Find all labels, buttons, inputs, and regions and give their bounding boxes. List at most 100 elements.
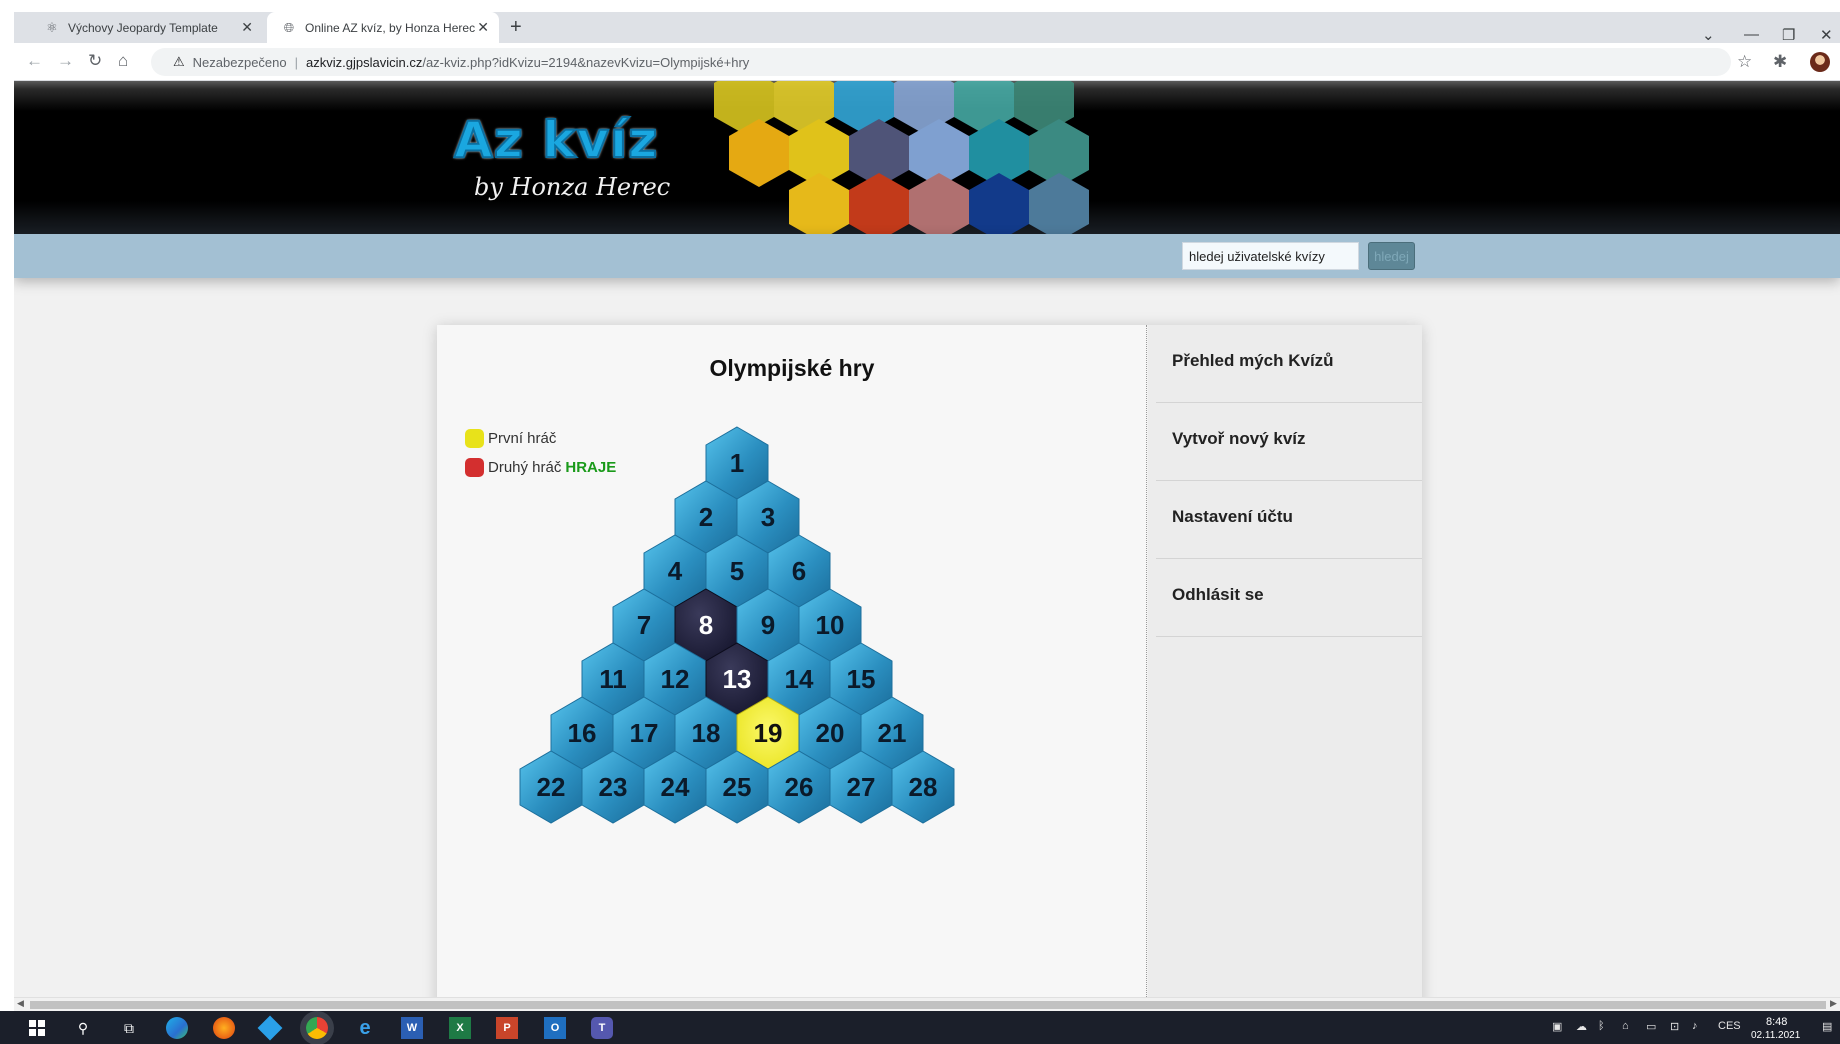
internet-explorer-icon[interactable]: e xyxy=(354,1017,376,1039)
globe-icon: 🌐︎ xyxy=(283,19,295,35)
usb-icon[interactable]: ⌂ xyxy=(1622,1020,1629,1032)
screen: ⚛ Výchovy Jeopardy Template ✕ 🌐︎ Online … xyxy=(0,0,1840,1044)
hex-tile-number: 3 xyxy=(761,502,775,532)
divider: | xyxy=(294,54,299,70)
browser-tab-active[interactable]: 🌐︎ Online AZ kvíz, by Honza Herec ✕ xyxy=(267,12,499,43)
hex-tile-number: 14 xyxy=(785,664,814,694)
tab-title: Výchovy Jeopardy Template xyxy=(68,20,218,35)
close-icon[interactable]: ✕ xyxy=(477,19,489,36)
hex-tile-number: 28 xyxy=(909,772,938,802)
hex-tile-number: 1 xyxy=(730,448,744,478)
url-path: /az-kviz.php?idKvizu=2194&nazevKvizu=Oly… xyxy=(422,54,750,70)
hex-tile-number: 7 xyxy=(637,610,651,640)
app-icon[interactable] xyxy=(257,1015,283,1041)
main-content: Olympijské hry První hráč Druhý hráč HRA… xyxy=(437,325,1422,997)
web-page: Az kvíz by Honza Herec hledej uživatelsk… xyxy=(14,81,1840,997)
hex-tile-number: 15 xyxy=(847,664,876,694)
tab-title: Online AZ kvíz, by Honza Herec xyxy=(305,20,476,35)
hex-tile-number: 10 xyxy=(816,610,845,640)
language-indicator[interactable]: CES xyxy=(1718,1020,1741,1032)
scrollbar-thumb[interactable] xyxy=(30,1001,1826,1009)
hex-tile-number: 4 xyxy=(668,556,683,586)
search-input[interactable] xyxy=(1182,242,1359,270)
new-tab-icon[interactable]: + xyxy=(510,16,522,39)
extensions-icon[interactable]: ✱ xyxy=(1773,52,1787,72)
scroll-left-icon[interactable]: ◀ xyxy=(17,998,24,1009)
hex-tile-number: 19 xyxy=(754,718,783,748)
battery-icon[interactable]: ▭ xyxy=(1646,1020,1656,1033)
hexagon-decoration xyxy=(714,81,1089,234)
hex-tile-number: 22 xyxy=(537,772,566,802)
atom-icon: ⚛ xyxy=(46,19,58,35)
powerpoint-icon[interactable]: P xyxy=(496,1017,518,1039)
search-icon[interactable]: ⚲ xyxy=(72,1017,94,1039)
windows-taskbar: ⚲ ⧉ e W X P O T ▣ ☁ ᛒ ⌂ ▭ ⊡ ♪ CES 8:48 0… xyxy=(0,1011,1840,1044)
hex-tile-number: 2 xyxy=(699,502,713,532)
clock-date[interactable]: 02.11.2021 xyxy=(1751,1030,1800,1041)
minimize-icon[interactable]: — xyxy=(1744,26,1759,43)
close-icon[interactable]: ✕ xyxy=(241,19,253,36)
sidebar-item-my-quizzes[interactable]: Přehled mých Kvízů xyxy=(1156,325,1422,403)
hex-tile-number: 27 xyxy=(847,772,876,802)
hex-tile-number: 12 xyxy=(661,664,690,694)
site-logo-subtitle: by Honza Herec xyxy=(474,173,671,201)
firefox-icon[interactable] xyxy=(213,1017,235,1039)
hex-board: 12 34 5 67 8 9 1011 12 13 14 1516 17 18 19 20 2122 23 24 2… xyxy=(519,426,955,824)
hex-tile-number: 5 xyxy=(730,556,744,586)
hex-tile-number: 17 xyxy=(630,718,659,748)
close-window-icon[interactable]: ✕ xyxy=(1820,26,1833,44)
back-icon[interactable]: ← xyxy=(26,51,43,71)
hex-tile-number: 9 xyxy=(761,610,775,640)
hex-tile-number: 26 xyxy=(785,772,814,802)
hex-tile-number: 24 xyxy=(661,772,690,802)
clock-time[interactable]: 8:48 xyxy=(1766,1016,1787,1028)
scroll-right-icon[interactable]: ▶ xyxy=(1830,998,1837,1009)
security-label: Nezabezpečeno xyxy=(192,54,287,70)
game-panel: Olympijské hry První hráč Druhý hráč HRA… xyxy=(437,325,1147,997)
home-icon[interactable]: ⌂ xyxy=(118,51,128,71)
task-view-icon[interactable]: ⧉ xyxy=(118,1017,140,1039)
hex-tile-number: 13 xyxy=(723,664,752,694)
outlook-icon[interactable]: O xyxy=(544,1017,566,1039)
forward-icon[interactable]: → xyxy=(57,51,74,71)
word-icon[interactable]: W xyxy=(401,1017,423,1039)
hex-tile-number: 6 xyxy=(792,556,806,586)
site-logo[interactable]: Az kvíz xyxy=(453,110,658,170)
hex-tile-number: 11 xyxy=(599,664,627,694)
hex-tile-number: 16 xyxy=(568,718,597,748)
reload-icon[interactable]: ↻ xyxy=(88,51,102,71)
network-icon[interactable]: ⊡ xyxy=(1670,1020,1679,1033)
site-banner: Az kvíz by Honza Herec xyxy=(14,81,1840,234)
restore-icon[interactable]: ❐ xyxy=(1782,26,1795,44)
hex-tile-number: 23 xyxy=(599,772,628,802)
browser-tab[interactable]: ⚛ Výchovy Jeopardy Template ✕ xyxy=(30,12,263,43)
chrome-icon[interactable] xyxy=(306,1017,328,1039)
browser-toolbar: ← → ↻ ⌂ ⚠ Nezabezpečeno | azkviz.gjpslav… xyxy=(14,43,1840,81)
url-host: azkviz.gjpslavicin.cz xyxy=(306,54,423,70)
browser-tab-strip: ⚛ Výchovy Jeopardy Template ✕ 🌐︎ Online … xyxy=(14,12,1840,44)
excel-icon[interactable]: X xyxy=(449,1017,471,1039)
onedrive-icon[interactable]: ☁ xyxy=(1576,1020,1587,1033)
notification-icon[interactable]: ▤ xyxy=(1822,1020,1832,1033)
sidebar-item-create-quiz[interactable]: Vytvoř nový kvíz xyxy=(1156,403,1422,481)
edge-icon[interactable] xyxy=(166,1017,188,1039)
warning-icon: ⚠ xyxy=(173,54,185,69)
search-button[interactable]: hledej xyxy=(1368,242,1415,270)
address-bar[interactable]: ⚠ Nezabezpečeno | azkviz.gjpslavicin.cz … xyxy=(151,48,1731,76)
bookmark-star-icon[interactable]: ☆ xyxy=(1737,52,1752,72)
teams-icon[interactable]: T xyxy=(591,1017,613,1039)
bluetooth-icon[interactable]: ᛒ xyxy=(1598,1020,1605,1032)
profile-avatar[interactable] xyxy=(1810,52,1830,72)
tab-search-icon[interactable]: ⌄ xyxy=(1702,26,1715,44)
sidebar-item-logout[interactable]: Odhlásit se xyxy=(1156,559,1422,637)
search-bar: hledej xyxy=(14,234,1840,278)
volume-icon[interactable]: ♪ xyxy=(1692,1020,1698,1032)
horizontal-scrollbar[interactable]: ◀ ▶ xyxy=(14,997,1840,1011)
windows-start-icon[interactable] xyxy=(26,1017,48,1039)
hex-tile-number: 20 xyxy=(816,718,845,748)
hex-tile-number: 18 xyxy=(692,718,721,748)
outlook-tray-icon[interactable]: ▣ xyxy=(1552,1020,1562,1033)
hex-tile-number: 25 xyxy=(723,772,752,802)
sidebar-item-account-settings[interactable]: Nastavení účtu xyxy=(1156,481,1422,559)
sidebar-menu: Přehled mých Kvízů Vytvoř nový kvíz Nast… xyxy=(1148,325,1422,997)
